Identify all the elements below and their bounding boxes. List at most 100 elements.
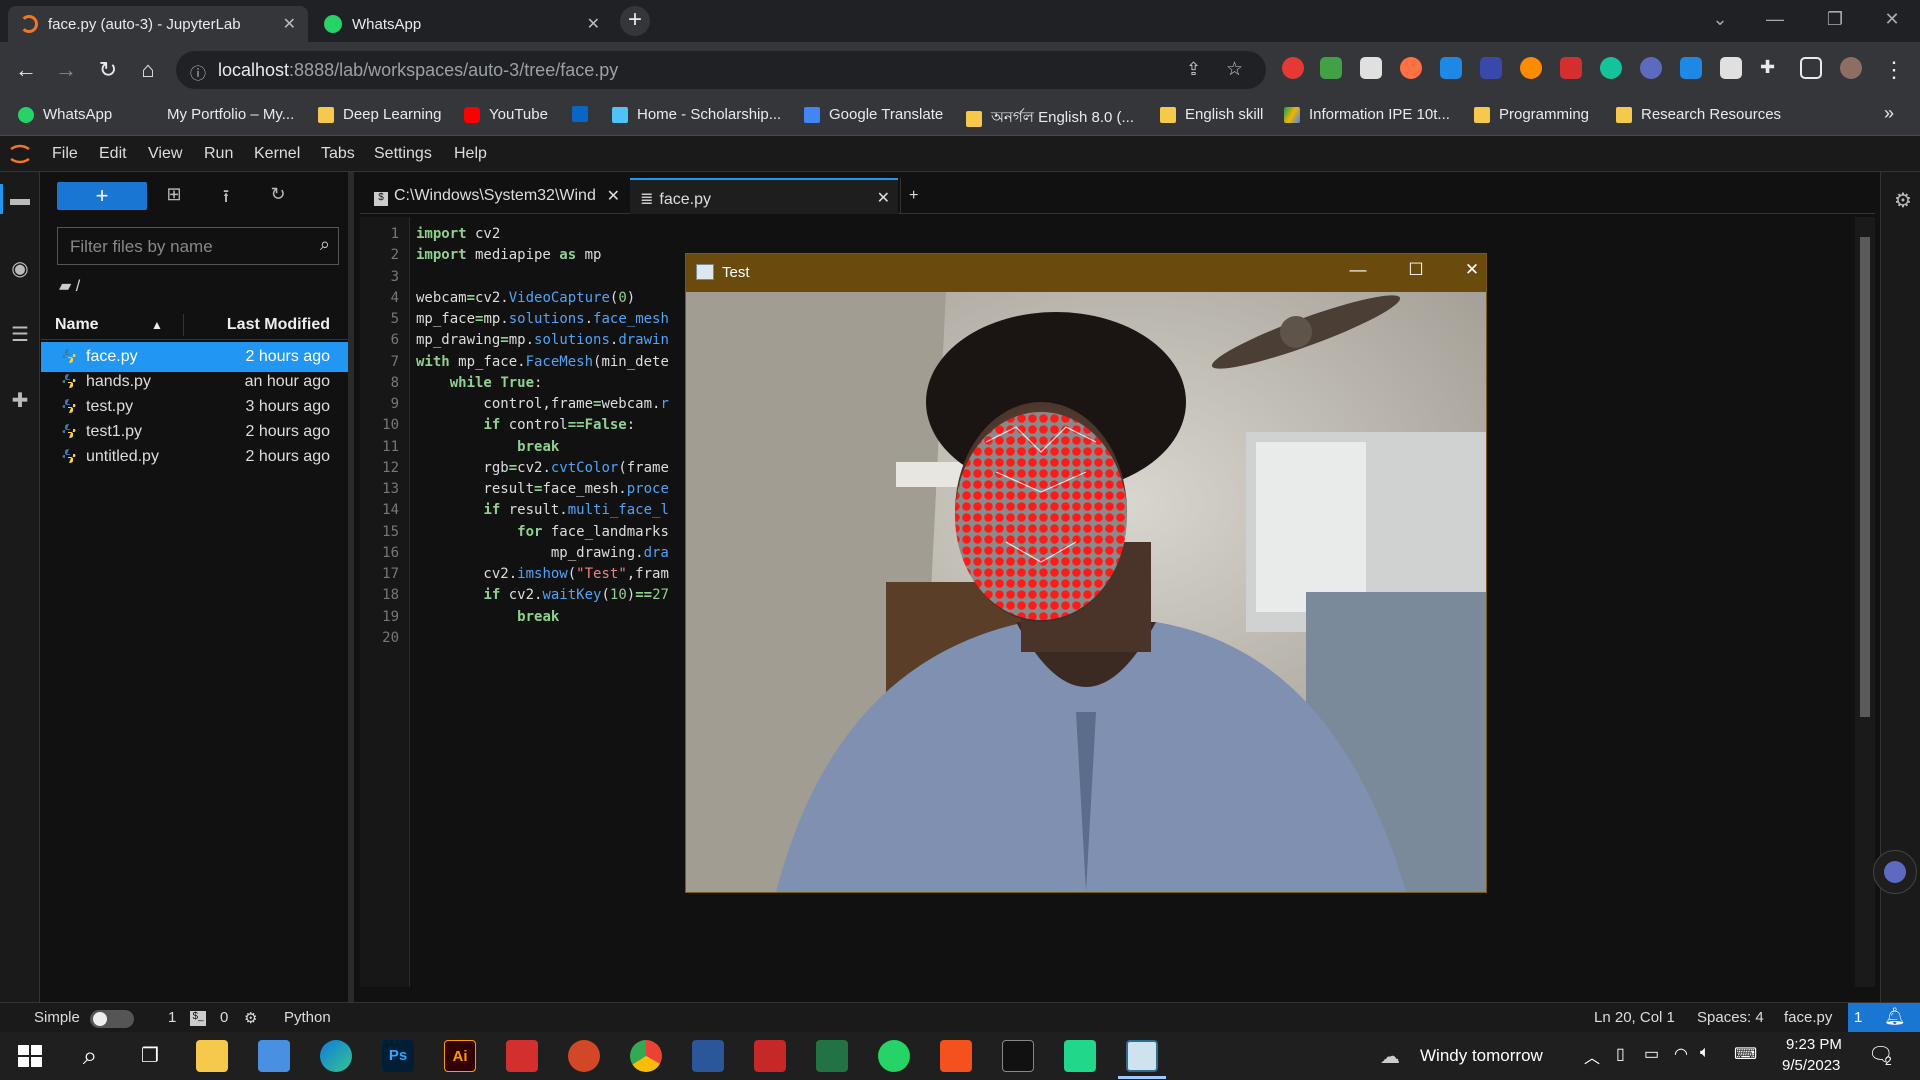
extension-icon[interactable]: [1680, 57, 1702, 79]
notifications-button[interactable]: 1 🔔︎: [1848, 1003, 1920, 1033]
browser-tab-jupyterlab[interactable]: face.py (auto-3) - JupyterLab ✕: [8, 6, 308, 42]
powerpoint-icon[interactable]: [568, 1040, 600, 1072]
task-view-icon[interactable]: ❐: [134, 1040, 166, 1072]
extension-icon[interactable]: [1560, 57, 1582, 79]
pycharm-icon[interactable]: [1064, 1040, 1096, 1072]
keyboard-icon[interactable]: ⌨: [1734, 1044, 1757, 1064]
app-icon[interactable]: [940, 1040, 972, 1072]
bookmark-item[interactable]: Research Resources: [1616, 106, 1781, 123]
bookmark-item[interactable]: অনর্গল English 8.0 (...: [966, 106, 1134, 131]
scrollbar-thumb[interactable]: [1860, 237, 1870, 717]
running-terminals-icon[interactable]: ◉: [8, 256, 32, 280]
menu-settings[interactable]: Settings: [374, 145, 432, 163]
extension-icon[interactable]: [1520, 57, 1542, 79]
extension-icon[interactable]: [1282, 57, 1304, 79]
browser-tab-whatsapp[interactable]: WhatsApp ✕: [312, 6, 612, 42]
close-icon[interactable]: ✕: [607, 186, 620, 206]
clock-date[interactable]: 9/5/2023: [1782, 1057, 1840, 1074]
new-tab-button[interactable]: +: [620, 6, 650, 36]
minimize-button[interactable]: —: [1745, 0, 1805, 40]
back-button[interactable]: ←: [12, 56, 40, 84]
weather-text[interactable]: Windy tomorrow: [1420, 1046, 1543, 1066]
bookmark-item[interactable]: YouTube: [464, 106, 548, 123]
property-inspector-gear-icon[interactable]: ⚙: [1891, 188, 1915, 212]
address-bar[interactable]: ⓘ localhost:8888/lab/workspaces/auto-3/t…: [176, 51, 1266, 89]
tab-search-chevron-icon[interactable]: ⌄: [1690, 0, 1750, 40]
opencv-window-taskbar-icon[interactable]: [1126, 1040, 1158, 1072]
wifi-icon[interactable]: ◠: [1674, 1044, 1688, 1064]
breadcrumb[interactable]: ▰ /: [59, 276, 80, 296]
simple-mode-toggle[interactable]: [90, 1010, 134, 1028]
volume-icon[interactable]: 🔈︎: [1700, 1044, 1710, 1062]
add-tab-button[interactable]: +: [900, 178, 930, 214]
cursor-position[interactable]: Ln 20, Col 1: [1594, 1009, 1675, 1026]
excel-icon[interactable]: [816, 1040, 848, 1072]
close-icon[interactable]: ✕: [587, 14, 600, 34]
search-icon[interactable]: ⌕: [74, 1040, 106, 1072]
menu-kernel[interactable]: Kernel: [254, 145, 300, 163]
bookmark-item[interactable]: Programming: [1474, 106, 1589, 123]
upload-icon[interactable]: ⭱: [215, 184, 237, 206]
home-button[interactable]: ⌂: [134, 56, 162, 84]
bookmark-item[interactable]: Google Translate: [804, 106, 943, 123]
app-icon[interactable]: [258, 1040, 290, 1072]
edge-browser-icon[interactable]: [320, 1040, 352, 1072]
grammarly-icon[interactable]: [1600, 57, 1622, 79]
new-launcher-button[interactable]: +: [57, 182, 147, 210]
extension-icon[interactable]: [1400, 57, 1422, 79]
windows-start-icon[interactable]: [14, 1040, 46, 1072]
menu-view[interactable]: View: [148, 145, 182, 163]
kernel-count[interactable]: 0: [220, 1009, 228, 1026]
file-explorer-icon[interactable]: [196, 1040, 228, 1072]
bookmark-item[interactable]: My Portfolio – My...: [142, 106, 294, 123]
extension-icon[interactable]: [1720, 57, 1742, 79]
name-column-header[interactable]: Name: [55, 316, 99, 334]
share-icon[interactable]: ⇪: [1186, 59, 1201, 80]
filter-files-input[interactable]: Filter files by name ⌕: [57, 227, 339, 265]
chrome-icon[interactable]: [630, 1040, 662, 1072]
info-icon[interactable]: ⓘ: [190, 60, 206, 84]
extension-icon[interactable]: [1640, 57, 1662, 79]
extension-icon[interactable]: [1320, 57, 1342, 79]
menu-file[interactable]: File: [52, 145, 78, 163]
bookmark-item[interactable]: Home - Scholarship...: [612, 106, 781, 123]
opencv-window[interactable]: Test — ☐ ✕: [685, 253, 1487, 893]
modified-column-header[interactable]: Last Modified: [227, 316, 330, 334]
bookmark-item[interactable]: [572, 106, 597, 122]
app-icon[interactable]: [754, 1040, 786, 1072]
menu-help[interactable]: Help: [454, 145, 487, 163]
opencv-titlebar[interactable]: Test — ☐ ✕: [686, 254, 1486, 292]
illustrator-icon[interactable]: Ai: [444, 1040, 476, 1072]
clock-time[interactable]: 9:23 PM: [1786, 1036, 1842, 1053]
refresh-icon[interactable]: ↻: [267, 184, 289, 206]
file-row-untitled-py[interactable]: untitled.py 2 hours ago: [41, 442, 348, 472]
side-panel-icon[interactable]: [1800, 57, 1822, 79]
new-folder-icon[interactable]: ⊞: [163, 184, 185, 206]
acrobat-icon[interactable]: [506, 1040, 538, 1072]
folder-icon[interactable]: ▬: [8, 188, 32, 212]
close-icon[interactable]: ✕: [877, 188, 890, 208]
photoshop-icon[interactable]: Ps: [382, 1040, 414, 1072]
indent-setting[interactable]: Spaces: 4: [1697, 1009, 1764, 1026]
extensions-puzzle-icon[interactable]: ✚: [1760, 57, 1782, 79]
minimize-button[interactable]: —: [1338, 260, 1378, 286]
forward-button[interactable]: →: [52, 56, 80, 84]
show-hidden-icons-chevron-icon[interactable]: ︿: [1584, 1044, 1600, 1068]
table-of-contents-icon[interactable]: ☰: [8, 322, 32, 346]
terminal-count[interactable]: 1: [168, 1009, 176, 1026]
profile-avatar[interactable]: [1840, 57, 1862, 79]
menu-kebab-icon[interactable]: ⋮: [1880, 56, 1908, 84]
battery-icon[interactable]: ▭: [1644, 1044, 1659, 1064]
terminal-icon[interactable]: [1002, 1040, 1034, 1072]
whatsapp-icon[interactable]: [878, 1040, 910, 1072]
bookmark-item[interactable]: WhatsApp: [18, 106, 112, 123]
language-mode[interactable]: Python: [284, 1009, 331, 1026]
reload-button[interactable]: ↻: [94, 56, 122, 84]
bookmark-item[interactable]: English skill: [1160, 106, 1263, 123]
maximize-button[interactable]: ☐: [1396, 260, 1436, 286]
device-icon[interactable]: ▯: [1616, 1044, 1625, 1064]
extension-icon[interactable]: [1360, 57, 1382, 79]
editor-tab-terminal[interactable]: $ C:\Windows\System32\Wind ✕: [364, 178, 626, 214]
bookmark-item[interactable]: Deep Learning: [318, 106, 441, 123]
bookmark-item[interactable]: Information IPE 10t...: [1284, 106, 1450, 123]
